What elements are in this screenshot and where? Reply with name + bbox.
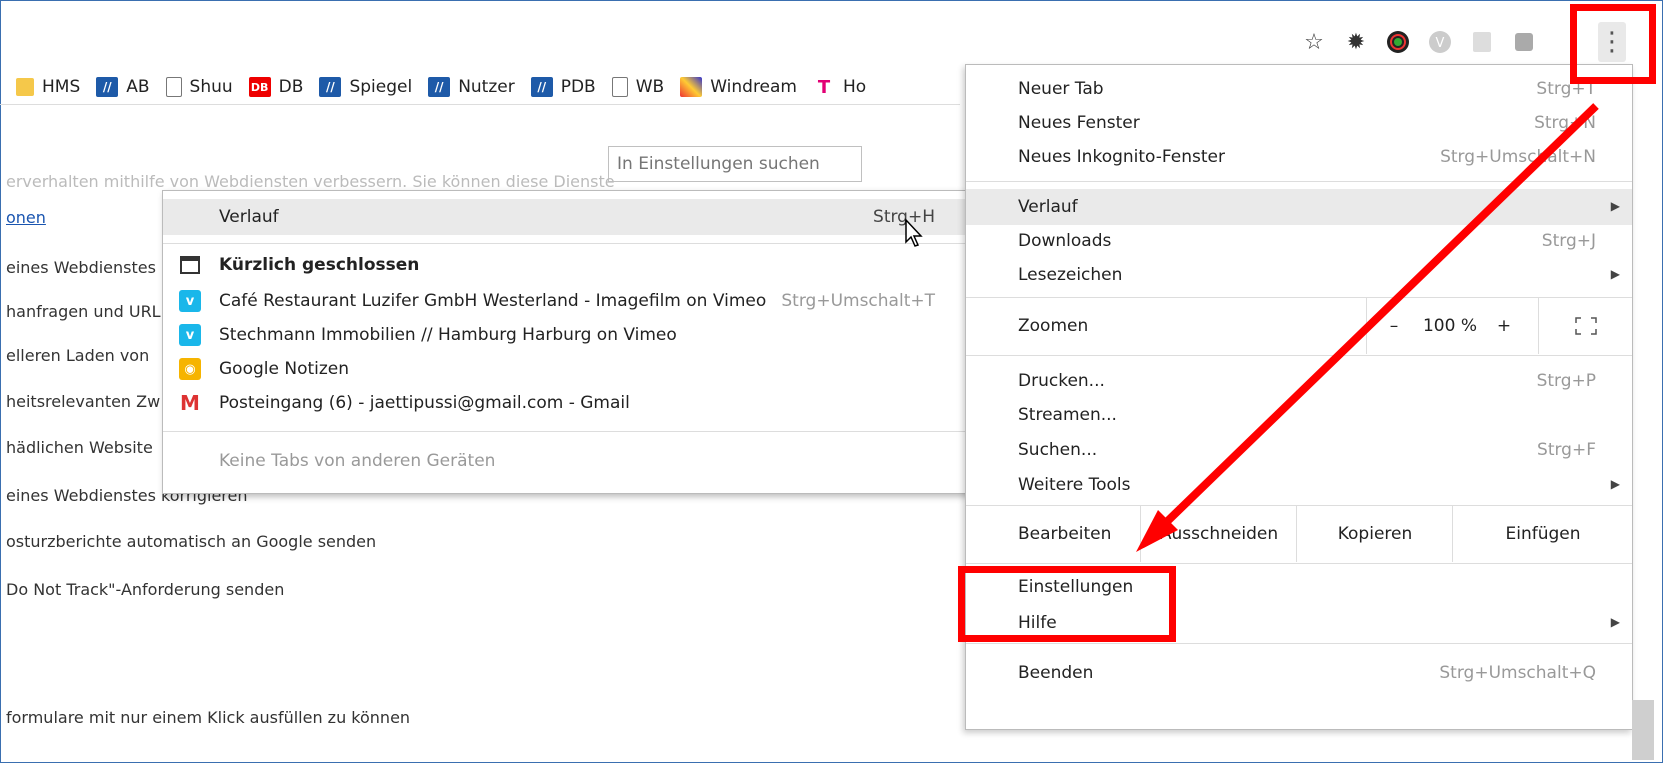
annotation-arrow	[1136, 103, 1599, 552]
